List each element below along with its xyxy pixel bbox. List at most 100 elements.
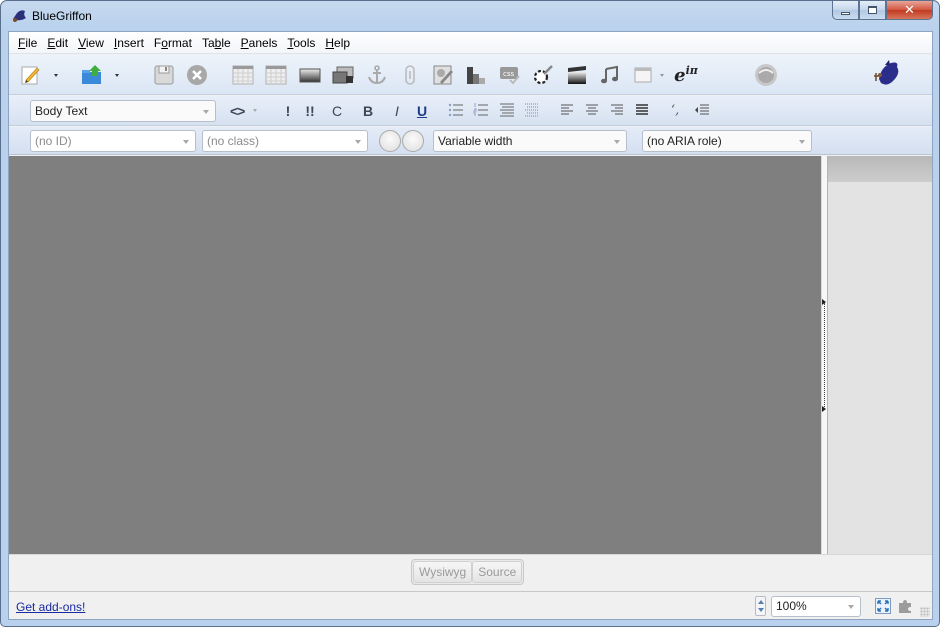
strong-emphasis-button[interactable]: !! — [303, 102, 317, 120]
panel-splitter[interactable] — [821, 156, 828, 554]
zoom-select[interactable]: 100% — [771, 596, 861, 617]
element-class-select[interactable]: (no class) — [202, 130, 368, 152]
numbered-list-icon[interactable] — [471, 100, 491, 120]
markup-button[interactable]: <> — [230, 102, 245, 120]
align-left-icon[interactable] — [557, 100, 577, 120]
menu-tools[interactable]: Tools — [282, 36, 320, 50]
zoom-value: 100% — [776, 599, 807, 613]
tab-source[interactable]: Source — [472, 561, 523, 583]
width-mode-select[interactable]: Variable width — [433, 130, 627, 152]
justify-icon[interactable] — [632, 100, 652, 120]
italic-button[interactable]: I — [390, 102, 404, 120]
side-panel — [828, 156, 932, 554]
chevron-down-icon — [203, 110, 209, 114]
effects-icon[interactable] — [531, 63, 555, 87]
definition-list-icon[interactable] — [497, 100, 517, 120]
main-toolbar: css eiπ — [9, 55, 932, 95]
chevron-down-icon — [183, 140, 189, 144]
chevron-down-icon — [848, 605, 854, 609]
new-document-dropdown-icon[interactable] — [54, 74, 58, 77]
window-icon[interactable] — [631, 63, 655, 87]
outdent-icon[interactable] — [692, 100, 712, 120]
window-controls: ✕ — [832, 1, 933, 21]
link-icon[interactable] — [398, 63, 422, 87]
maximize-icon — [868, 6, 877, 14]
chart-icon[interactable] — [464, 63, 488, 87]
bluegriffon-app-icon — [11, 9, 27, 23]
minimize-button[interactable] — [832, 1, 859, 20]
minimize-icon — [841, 11, 850, 15]
bluegriffon-logo-icon — [871, 59, 901, 89]
splitter-grip — [824, 303, 825, 407]
aria-role-select[interactable]: (no ARIA role) — [642, 130, 812, 152]
element-id-placeholder: (no ID) — [35, 134, 72, 148]
close-document-icon[interactable] — [185, 63, 209, 87]
editor-canvas[interactable] — [9, 156, 821, 554]
window-title: BlueGriffon — [32, 9, 92, 23]
get-addons-link[interactable]: Get add-ons! — [16, 600, 85, 614]
close-button[interactable]: ✕ — [886, 1, 933, 20]
form-icon[interactable] — [431, 63, 455, 87]
markup-dropdown-icon[interactable] — [253, 109, 257, 112]
status-bar: Get add-ons! 100% — [9, 591, 932, 619]
css-icon[interactable]: css — [498, 63, 522, 87]
spinner-down-icon[interactable] — [758, 608, 764, 612]
web-icon[interactable] — [754, 63, 778, 87]
menu-edit[interactable]: Edit — [42, 36, 73, 50]
audio-icon[interactable] — [598, 63, 622, 87]
fullscreen-icon[interactable] — [874, 597, 892, 615]
format-toolbar: Body Text <> ! !! C B I U ‘‚ — [9, 96, 932, 126]
side-panel-header — [828, 156, 932, 182]
bold-button[interactable]: B — [361, 102, 375, 120]
paragraph-style-select[interactable]: Body Text — [30, 100, 216, 122]
menu-insert[interactable]: Insert — [109, 36, 149, 50]
chevron-down-icon — [614, 140, 620, 144]
save-icon[interactable] — [152, 63, 176, 87]
svg-text:css: css — [503, 70, 514, 78]
align-center-icon[interactable] — [582, 100, 602, 120]
spinner-up-icon[interactable] — [758, 600, 764, 604]
aria-role-value: (no ARIA role) — [647, 134, 722, 148]
definition-term-icon[interactable] — [522, 100, 542, 120]
video-icon[interactable] — [565, 63, 589, 87]
toggle-circle-left[interactable] — [379, 130, 401, 152]
bulleted-list-icon[interactable] — [446, 100, 466, 120]
table-icon[interactable] — [231, 63, 255, 87]
zoom-spinner[interactable] — [755, 596, 766, 616]
menu-help[interactable]: Help — [320, 36, 355, 50]
element-id-select[interactable]: (no ID) — [30, 130, 196, 152]
view-mode-tabs: Wysiwyg Source — [411, 559, 525, 585]
tab-wysiwyg[interactable]: Wysiwyg — [413, 561, 473, 583]
emphasis-button[interactable]: ! — [281, 102, 295, 120]
resize-grip[interactable] — [920, 607, 930, 617]
new-document-icon[interactable] — [19, 63, 43, 87]
maximize-button[interactable] — [859, 1, 886, 20]
menu-format[interactable]: Format — [149, 36, 197, 50]
open-dropdown-icon[interactable] — [115, 74, 119, 77]
chevron-down-icon — [799, 140, 805, 144]
menu-table[interactable]: Table — [197, 36, 236, 50]
toggle-circle-right[interactable] — [402, 130, 424, 152]
anchor-icon[interactable] — [365, 63, 389, 87]
image-icon[interactable] — [298, 63, 322, 87]
menu-bar: File Edit View Insert Format Table Panel… — [9, 32, 932, 54]
window-dropdown-icon[interactable] — [660, 74, 664, 77]
menu-view[interactable]: View — [73, 36, 109, 50]
image-gallery-icon[interactable] — [331, 63, 355, 87]
open-publish-icon[interactable] — [81, 63, 105, 87]
view-mode-bar: Wysiwyg Source — [9, 554, 932, 590]
quote-icon[interactable]: ‘‚ — [665, 100, 685, 120]
code-button[interactable]: C — [330, 102, 344, 120]
chevron-down-icon — [355, 140, 361, 144]
app-window: BlueGriffon ✕ File Edit View Insert Form… — [0, 0, 940, 627]
title-bar[interactable]: BlueGriffon ✕ — [1, 1, 939, 31]
math-icon[interactable]: eiπ — [669, 63, 703, 87]
addons-puzzle-icon[interactable] — [896, 597, 914, 615]
align-right-icon[interactable] — [607, 100, 627, 120]
menu-file[interactable]: File — [13, 36, 42, 50]
underline-button[interactable]: U — [415, 102, 429, 120]
client-area: File Edit View Insert Format Table Panel… — [8, 31, 933, 620]
menu-panels[interactable]: Panels — [236, 36, 283, 50]
table-properties-icon[interactable] — [264, 63, 288, 87]
collapse-arrow-icon[interactable] — [822, 406, 826, 412]
